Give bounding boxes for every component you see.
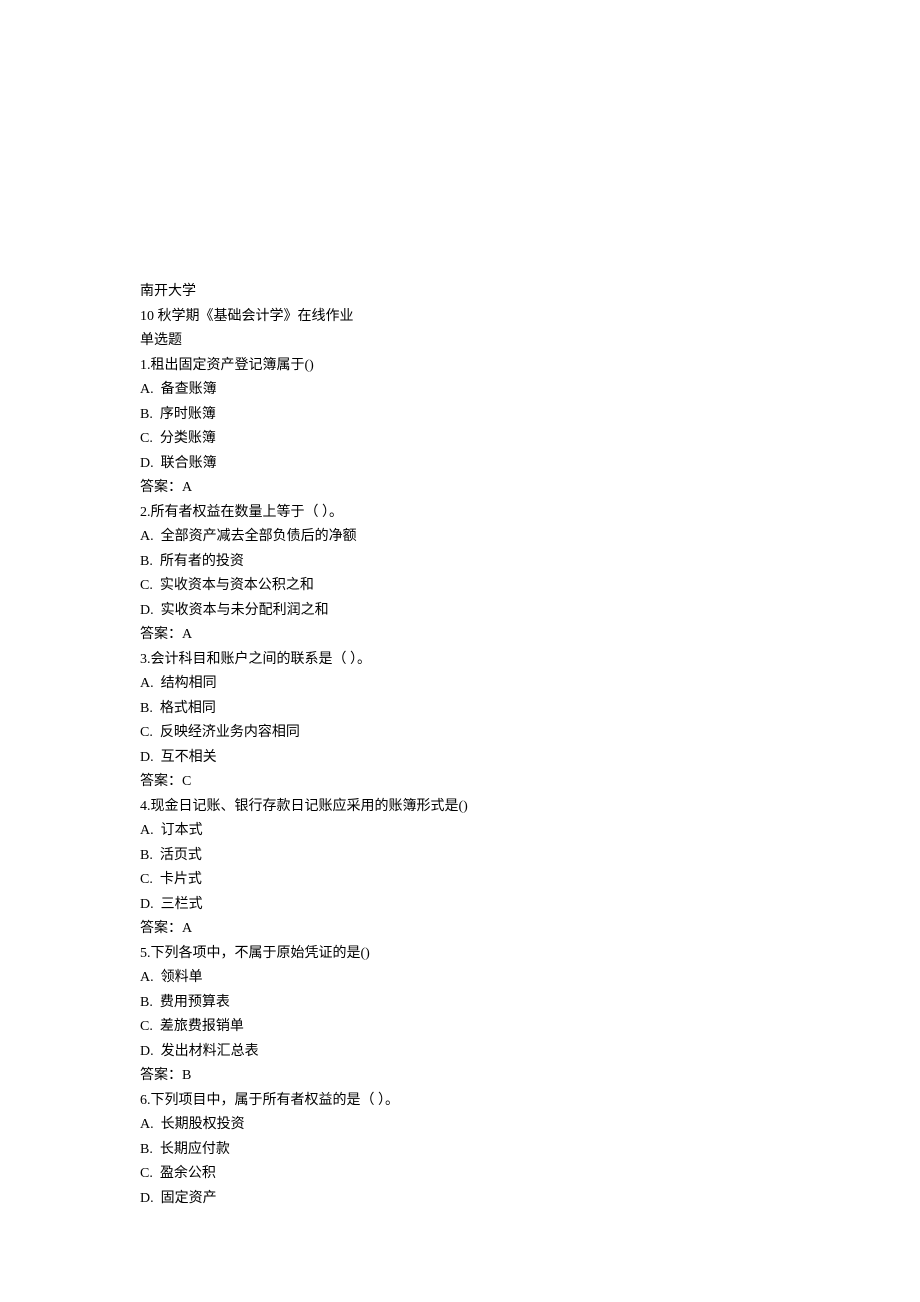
question-text: 6.下列项目中，属于所有者权益的是（ ）。: [140, 1089, 780, 1114]
option-text: D. 互不相关: [140, 746, 780, 771]
section-title: 单选题: [140, 329, 780, 354]
answer-text: 答案：A: [140, 623, 780, 648]
option-text: C. 反映经济业务内容相同: [140, 721, 780, 746]
question-text: 1.租出固定资产登记簿属于(): [140, 354, 780, 379]
option-text: D. 固定资产: [140, 1187, 780, 1212]
option-text: A. 结构相同: [140, 672, 780, 697]
answer-text: 答案：B: [140, 1064, 780, 1089]
option-text: B. 活页式: [140, 844, 780, 869]
answer-text: 答案：A: [140, 476, 780, 501]
option-text: A. 长期股权投资: [140, 1113, 780, 1138]
option-text: B. 所有者的投资: [140, 550, 780, 575]
option-text: D. 联合账簿: [140, 452, 780, 477]
questions-container: 1.租出固定资产登记簿属于()A. 备查账簿B. 序时账簿C. 分类账簿D. 联…: [140, 354, 780, 1212]
university-name: 南开大学: [140, 280, 780, 305]
option-text: C. 分类账簿: [140, 427, 780, 452]
option-text: D. 实收资本与未分配利润之和: [140, 599, 780, 624]
course-title: 10 秋学期《基础会计学》在线作业: [140, 305, 780, 330]
question-text: 2.所有者权益在数量上等于（ ）。: [140, 501, 780, 526]
question-text: 5.下列各项中，不属于原始凭证的是(): [140, 942, 780, 967]
option-text: A. 领料单: [140, 966, 780, 991]
option-text: C. 实收资本与资本公积之和: [140, 574, 780, 599]
answer-text: 答案：A: [140, 917, 780, 942]
option-text: B. 费用预算表: [140, 991, 780, 1016]
document-page: 南开大学 10 秋学期《基础会计学》在线作业 单选题 1.租出固定资产登记簿属于…: [0, 0, 920, 1251]
option-text: B. 长期应付款: [140, 1138, 780, 1163]
option-text: A. 全部资产减去全部负债后的净额: [140, 525, 780, 550]
option-text: D. 发出材料汇总表: [140, 1040, 780, 1065]
option-text: C. 卡片式: [140, 868, 780, 893]
option-text: B. 序时账簿: [140, 403, 780, 428]
option-text: C. 盈余公积: [140, 1162, 780, 1187]
option-text: D. 三栏式: [140, 893, 780, 918]
question-text: 4.现金日记账、银行存款日记账应采用的账簿形式是(): [140, 795, 780, 820]
answer-text: 答案：C: [140, 770, 780, 795]
question-text: 3.会计科目和账户之间的联系是（ ）。: [140, 648, 780, 673]
option-text: B. 格式相同: [140, 697, 780, 722]
option-text: A. 备查账簿: [140, 378, 780, 403]
option-text: C. 差旅费报销单: [140, 1015, 780, 1040]
option-text: A. 订本式: [140, 819, 780, 844]
